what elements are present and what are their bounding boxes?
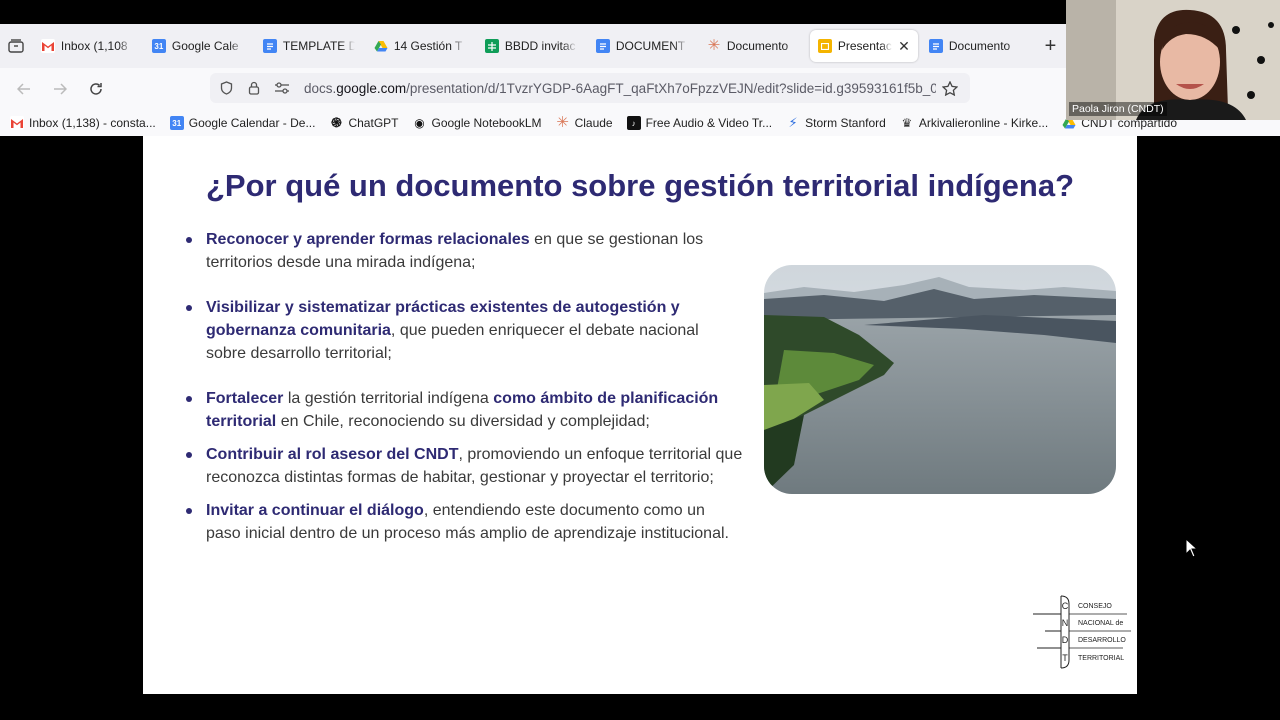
tab-title: TEMPLATE D [282,39,355,53]
slide-title: ¿Por qué un documento sobre gestión terr… [205,168,1075,203]
mouse-cursor-icon [1185,537,1199,563]
browser-tab[interactable]: TEMPLATE D [255,30,363,62]
logo-word: DESARROLLO [1078,637,1126,644]
forward-button[interactable] [42,71,78,107]
back-arrow-icon [17,83,30,95]
sheets-icon [484,39,499,53]
logo-word: TERRITORIAL [1078,655,1124,662]
bookmark-label: ChatGPT [348,116,399,130]
gmail-icon [40,39,55,53]
url-path: /presentation/d/1TvzrYGDP-6AagFT_qaFtXh7… [406,80,936,96]
shield-icon[interactable] [212,81,240,95]
logo-letter: D [1062,635,1069,645]
reload-icon [90,83,102,95]
url-domain: google.com [336,80,407,96]
tab-title: Documento [726,39,789,53]
bullet-item: Contribuir al rol asesor del CNDT, promo… [183,443,743,489]
bookmark-item[interactable]: ♛ Arkivalieronline - Kirke... [900,116,1048,130]
bullet-bold-text: Invitar a continuar el diálogo [206,502,424,519]
tab-strip: Inbox (1,108 31 Google Cale TEMPLATE D 14 Ge… [0,24,1066,68]
bullet-text: la gestión territorial indígena [283,390,494,407]
browser-tab[interactable]: 31 Google Cale [144,30,252,62]
site-permissions-icon[interactable] [268,81,296,95]
logo-letter: N [1062,618,1069,628]
new-tab-button[interactable]: + [1035,30,1066,62]
bookmark-label: Google Calendar - De... [188,116,316,130]
bullet-list: Reconocer y aprender formas relacionales… [183,228,743,545]
bookmark-item[interactable]: 31 Google Calendar - De... [169,116,316,130]
url-text[interactable]: docs.google.com/presentation/d/1TvzrYGDP… [304,81,936,96]
tab-title: Documento [948,39,1011,53]
bookmark-star-icon[interactable] [936,80,964,96]
bullet-bold-text: Contribuir al rol asesor del CNDT [206,446,459,463]
audio-icon: ♪ [626,116,641,130]
bookmark-item[interactable]: ◉ Google NotebookLM [412,116,541,130]
tab-title: Inbox (1,108 [60,39,128,53]
participant-name: Paola Jiron (CNDT) [1069,102,1167,116]
lock-icon[interactable] [240,81,268,95]
browser-tab[interactable]: BBDD invitac [477,30,585,62]
bookmark-label: Arkivalieronline - Kirke... [918,116,1049,130]
claude-icon: ✳ [556,114,569,131]
bookmark-item[interactable]: Inbox (1,138) - consta... [10,116,156,130]
bookmark-label: Inbox (1,138) - consta... [29,116,156,130]
bookmark-item[interactable]: ✳ Claude [556,114,613,131]
browser-tab[interactable]: 14 Gestión T [366,30,474,62]
url-prefix: docs. [304,80,337,96]
slides-icon [817,39,832,53]
docs-icon [262,39,277,53]
claude-icon: ✳ [707,37,721,54]
tab-list-button[interactable] [0,24,33,68]
gmail-icon [10,116,24,130]
bookmark-item[interactable]: ֍ ChatGPT [329,115,399,131]
tab-title: Google Cale [171,39,239,53]
presentation-slide: ¿Por qué un documento sobre gestión terr… [143,136,1137,694]
bookmark-item[interactable]: ⚡ Storm Stanford [786,115,886,131]
bullet-text: en Chile, reconociendo su diversidad y c… [276,413,650,430]
browser-tab[interactable]: ✳ Documento [699,30,807,62]
logo-letter: C [1062,601,1069,611]
lake-landscape-photo [764,265,1116,494]
address-bar[interactable]: docs.google.com/presentation/d/1TvzrYGDP… [210,73,970,103]
bookmark-label: Free Audio & Video Tr... [645,116,773,130]
browser-tab[interactable]: Presentac ✕ [809,30,918,62]
tab-title: Presentac [837,39,892,53]
back-button[interactable] [6,71,42,107]
forward-arrow-icon [54,83,67,95]
tab-title: BBDD invitac [504,39,576,53]
tab-title: DOCUMENT [615,39,686,53]
webcam-video-tile[interactable]: Paola Jiron (CNDT) [1066,0,1280,120]
browser-tab[interactable]: DOCUMENT [588,30,696,62]
bullet-item: Fortalecer la gestión territorial indíge… [183,387,743,433]
docs-icon [595,39,610,53]
bookmark-label: Google NotebookLM [431,116,542,130]
drive-icon [374,39,388,53]
notebooklm-icon: ◉ [414,116,425,130]
browser-tab[interactable]: Inbox (1,108 [33,30,141,62]
tab-list-icon [8,39,25,53]
logo-word: CONSEJO [1078,603,1112,610]
calendar-icon: 31 [169,116,184,130]
browser-tab[interactable]: Documento [921,30,1029,62]
tab-title: 14 Gestión T [393,39,463,53]
reload-button[interactable] [78,71,114,107]
bookmark-label: Storm Stanford [805,116,886,130]
chatgpt-icon: ֍ [331,115,342,130]
bullet-item: Invitar a continuar el diálogo, entendie… [183,499,743,545]
crown-icon: ♛ [901,116,913,130]
calendar-icon: 31 [151,39,166,53]
logo-letter: T [1062,653,1068,663]
bullet-bold-text: Fortalecer [206,390,284,407]
cndt-logo: C N D T CONSEJO NACIONAL de DESARROLLO T… [1027,594,1137,672]
bullet-item: Reconocer y aprender formas relacionales… [183,228,743,274]
logo-word: NACIONAL de [1078,620,1123,627]
bookmark-label: Claude [574,116,613,130]
bookmark-item[interactable]: ♪ Free Audio & Video Tr... [626,116,773,130]
bullet-item: Visibilizar y sistematizar prácticas exi… [183,296,743,365]
docs-icon [928,39,943,53]
close-tab-icon[interactable]: ✕ [898,38,910,55]
bolt-icon: ⚡ [788,115,798,130]
bullet-bold-text: Reconocer y aprender formas relacionales [206,231,530,248]
